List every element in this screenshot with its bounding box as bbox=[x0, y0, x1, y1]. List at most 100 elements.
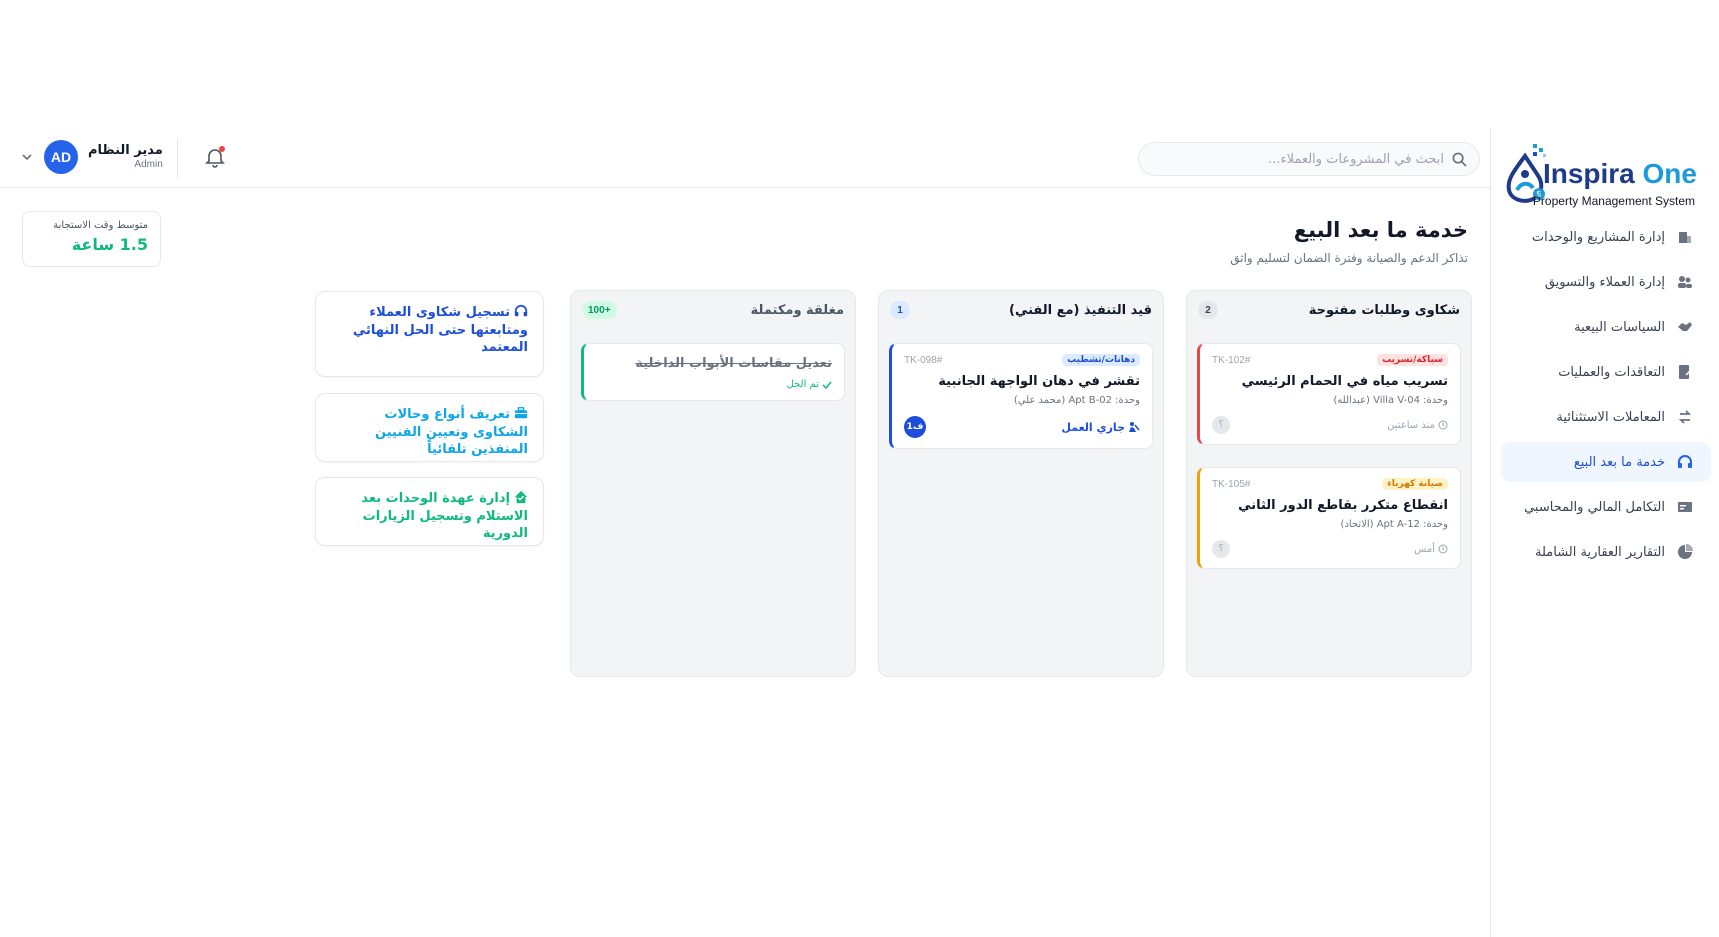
page-title: خدمة ما بعد البيع bbox=[1293, 218, 1468, 242]
column-title: مغلقة ومكتملة bbox=[750, 302, 844, 318]
top-header: AD مدير النظام Admin bbox=[0, 128, 1490, 188]
kanban-column-closed: مغلقة ومكتملة +100 تعديل مقاسات الأبواب … bbox=[570, 290, 856, 677]
ticket-unit: وحدة: Apt A-12 (الاتحاد) bbox=[1340, 519, 1449, 530]
sidebar-item-label: السياسات البيعية bbox=[1574, 319, 1665, 335]
sidebar-item-after-sales[interactable]: خدمة ما بعد البيع bbox=[1501, 442, 1711, 482]
kanban-column-in-progress: قيد التنفيذ (مع الفني) 1 دهانات/تشطيب TK… bbox=[878, 290, 1164, 677]
ticket-card[interactable]: صيانة كهرباء TK-105# انقطاع متكرر بقاطع … bbox=[1197, 467, 1461, 569]
ticket-title: تعديل مقاسات الأبواب الداخلية bbox=[635, 356, 832, 371]
feature-text: تسجيل شكاوى العملاء ومتابعتها حتى الحل ا… bbox=[352, 305, 528, 356]
ticket-category-tag: دهانات/تشطيب bbox=[1062, 354, 1140, 366]
user-name: مدير النظام bbox=[88, 143, 163, 159]
ticket-card[interactable]: دهانات/تشطيب TK-098# تقشر في دهان الواجه… bbox=[889, 343, 1153, 449]
pie-chart-icon bbox=[1678, 544, 1693, 559]
ticket-unit: وحدة: Villa V-04 (عبدالله) bbox=[1333, 395, 1448, 406]
sidebar-item-projects[interactable]: إدارة المشاريع والوحدات bbox=[1501, 217, 1711, 257]
sidebar-item-sales-policies[interactable]: السياسات البيعية bbox=[1501, 307, 1711, 347]
ticket-status-text: تم الحل bbox=[786, 379, 819, 390]
brand-tagline: Property Management System bbox=[1532, 194, 1695, 208]
feature-text: تعريف أنواع وحالات الشكاوى وتعيين الفنيي… bbox=[375, 407, 528, 458]
sidebar: $ Inspira One Property Management System… bbox=[1490, 128, 1719, 937]
sidebar-item-exceptional-transactions[interactable]: المعاملات الاستثنائية bbox=[1501, 397, 1711, 437]
ticket-title: تسريب مياه في الحمام الرئيسي bbox=[1241, 374, 1448, 389]
ticket-id: TK-098# bbox=[904, 354, 943, 366]
ticket-card[interactable]: تعديل مقاسات الأبواب الداخلية تم الحل bbox=[581, 343, 845, 401]
ticket-time: أمس bbox=[1414, 544, 1448, 555]
feature-card-complaints: تسجيل شكاوى العملاء ومتابعتها حتى الحل ا… bbox=[315, 291, 544, 377]
column-count-badge: +100 bbox=[582, 301, 617, 319]
sidebar-item-contracts[interactable]: التعاقدات والعمليات bbox=[1501, 352, 1711, 392]
home-check-icon bbox=[514, 490, 528, 504]
stat-value: 1.5 ساعة bbox=[71, 235, 148, 254]
avatar[interactable]: AD bbox=[44, 140, 78, 174]
headset-icon bbox=[1678, 455, 1692, 468]
sidebar-item-label: المعاملات الاستثنائية bbox=[1556, 409, 1665, 425]
sidebar-item-label: التعاقدات والعمليات bbox=[1558, 364, 1665, 380]
user-role: Admin bbox=[134, 158, 163, 170]
ticket-title: تقشر في دهان الواجهة الجانبية bbox=[938, 374, 1140, 389]
brand-wordmark: Inspira One bbox=[1542, 158, 1697, 189]
ticket-unit: وحدة: Apt B-02 (محمد علي) bbox=[1013, 395, 1140, 406]
user-menu[interactable]: AD مدير النظام Admin bbox=[20, 140, 163, 174]
ticket-time-text: منذ ساعتين bbox=[1387, 419, 1435, 431]
kanban-column-open: شكاوى وطلبات مفتوحة 2 سباكة/تسريب TK-102… bbox=[1186, 290, 1472, 677]
ticket-category-tag: سباكة/تسريب bbox=[1377, 354, 1448, 366]
assignee-avatar[interactable]: ؟ bbox=[1212, 416, 1230, 434]
notification-dot bbox=[219, 146, 225, 152]
sidebar-item-label: التكامل المالي والمحاسبي bbox=[1524, 499, 1665, 515]
sidebar-item-label: التقارير العقارية الشاملة bbox=[1535, 544, 1665, 560]
stat-label: متوسط وقت الاستجابة bbox=[53, 220, 148, 231]
ticket-status-text: جاري العمل bbox=[1061, 420, 1125, 434]
ticket-time: منذ ساعتين bbox=[1387, 420, 1448, 431]
ticket-status: تم الحل bbox=[596, 379, 832, 390]
column-title: شكاوى وطلبات مفتوحة bbox=[1308, 302, 1460, 318]
search-icon bbox=[1452, 152, 1467, 167]
ticket-category-tag: صيانة كهرباء bbox=[1382, 478, 1448, 490]
worker-icon bbox=[1129, 422, 1140, 432]
header-divider bbox=[177, 138, 178, 178]
headset-icon bbox=[514, 304, 528, 317]
page-subtitle: تذاكر الدعم والصيانة وفترة الضمان لتسليم… bbox=[1230, 251, 1468, 265]
app-root: $ Inspira One Property Management System… bbox=[0, 0, 1719, 937]
ticket-card[interactable]: سباكة/تسريب TK-102# تسريب مياه في الحمام… bbox=[1197, 343, 1461, 445]
search-input[interactable] bbox=[1154, 151, 1444, 167]
handshake-icon bbox=[1678, 322, 1692, 331]
search-bar[interactable] bbox=[1138, 142, 1480, 176]
sidebar-item-finance[interactable]: التكامل المالي والمحاسبي bbox=[1501, 487, 1711, 527]
column-header: قيد التنفيذ (مع الفني) 1 bbox=[879, 291, 1163, 329]
brand-logo[interactable]: $ Inspira One Property Management System bbox=[1497, 136, 1707, 208]
sidebar-item-reports[interactable]: التقارير العقارية الشاملة bbox=[1501, 532, 1711, 572]
feature-text: إدارة عهدة الوحدات بعد الاستلام وتسجيل ا… bbox=[361, 491, 528, 542]
check-icon bbox=[822, 381, 832, 389]
ticket-id: TK-102# bbox=[1212, 354, 1251, 366]
clock-icon bbox=[1438, 544, 1448, 554]
column-header: مغلقة ومكتملة +100 bbox=[571, 291, 855, 329]
sidebar-item-clients[interactable]: إدارة العملاء والتسويق bbox=[1501, 262, 1711, 302]
column-title: قيد التنفيذ (مع الفني) bbox=[1009, 302, 1152, 318]
sidebar-item-label: خدمة ما بعد البيع bbox=[1573, 454, 1665, 470]
clock-icon bbox=[1438, 420, 1448, 430]
assignee-avatar[interactable]: ف1 bbox=[904, 416, 926, 438]
column-header: شكاوى وطلبات مفتوحة 2 bbox=[1187, 291, 1471, 329]
contract-icon bbox=[1679, 365, 1693, 379]
feature-card-custody: إدارة عهدة الوحدات بعد الاستلام وتسجيل ا… bbox=[315, 477, 544, 546]
finance-icon bbox=[1678, 502, 1692, 512]
users-icon bbox=[1678, 276, 1692, 288]
column-count-badge: 2 bbox=[1198, 301, 1218, 319]
exchange-icon bbox=[1678, 410, 1692, 424]
sidebar-item-label: إدارة العملاء والتسويق bbox=[1544, 274, 1665, 290]
ticket-title: انقطاع متكرر بقاطع الدور الثاني bbox=[1238, 498, 1448, 513]
assignee-avatar[interactable]: ؟ bbox=[1212, 540, 1230, 558]
ticket-id: TK-105# bbox=[1212, 478, 1251, 490]
column-count-badge: 1 bbox=[890, 301, 910, 319]
sidebar-nav: إدارة المشاريع والوحدات إدارة العملاء وا… bbox=[1501, 217, 1711, 577]
sidebar-item-label: إدارة المشاريع والوحدات bbox=[1531, 229, 1665, 245]
toolbox-icon bbox=[514, 407, 528, 419]
ticket-status: جاري العمل bbox=[1061, 421, 1140, 434]
feature-card-types: تعريف أنواع وحالات الشكاوى وتعيين الفنيي… bbox=[315, 393, 544, 462]
user-info: مدير النظام Admin bbox=[88, 143, 163, 171]
building-icon bbox=[1679, 232, 1691, 243]
chevron-down-icon[interactable] bbox=[20, 150, 34, 164]
response-time-stat: متوسط وقت الاستجابة 1.5 ساعة bbox=[22, 211, 161, 267]
ticket-time-text: أمس bbox=[1414, 543, 1435, 555]
